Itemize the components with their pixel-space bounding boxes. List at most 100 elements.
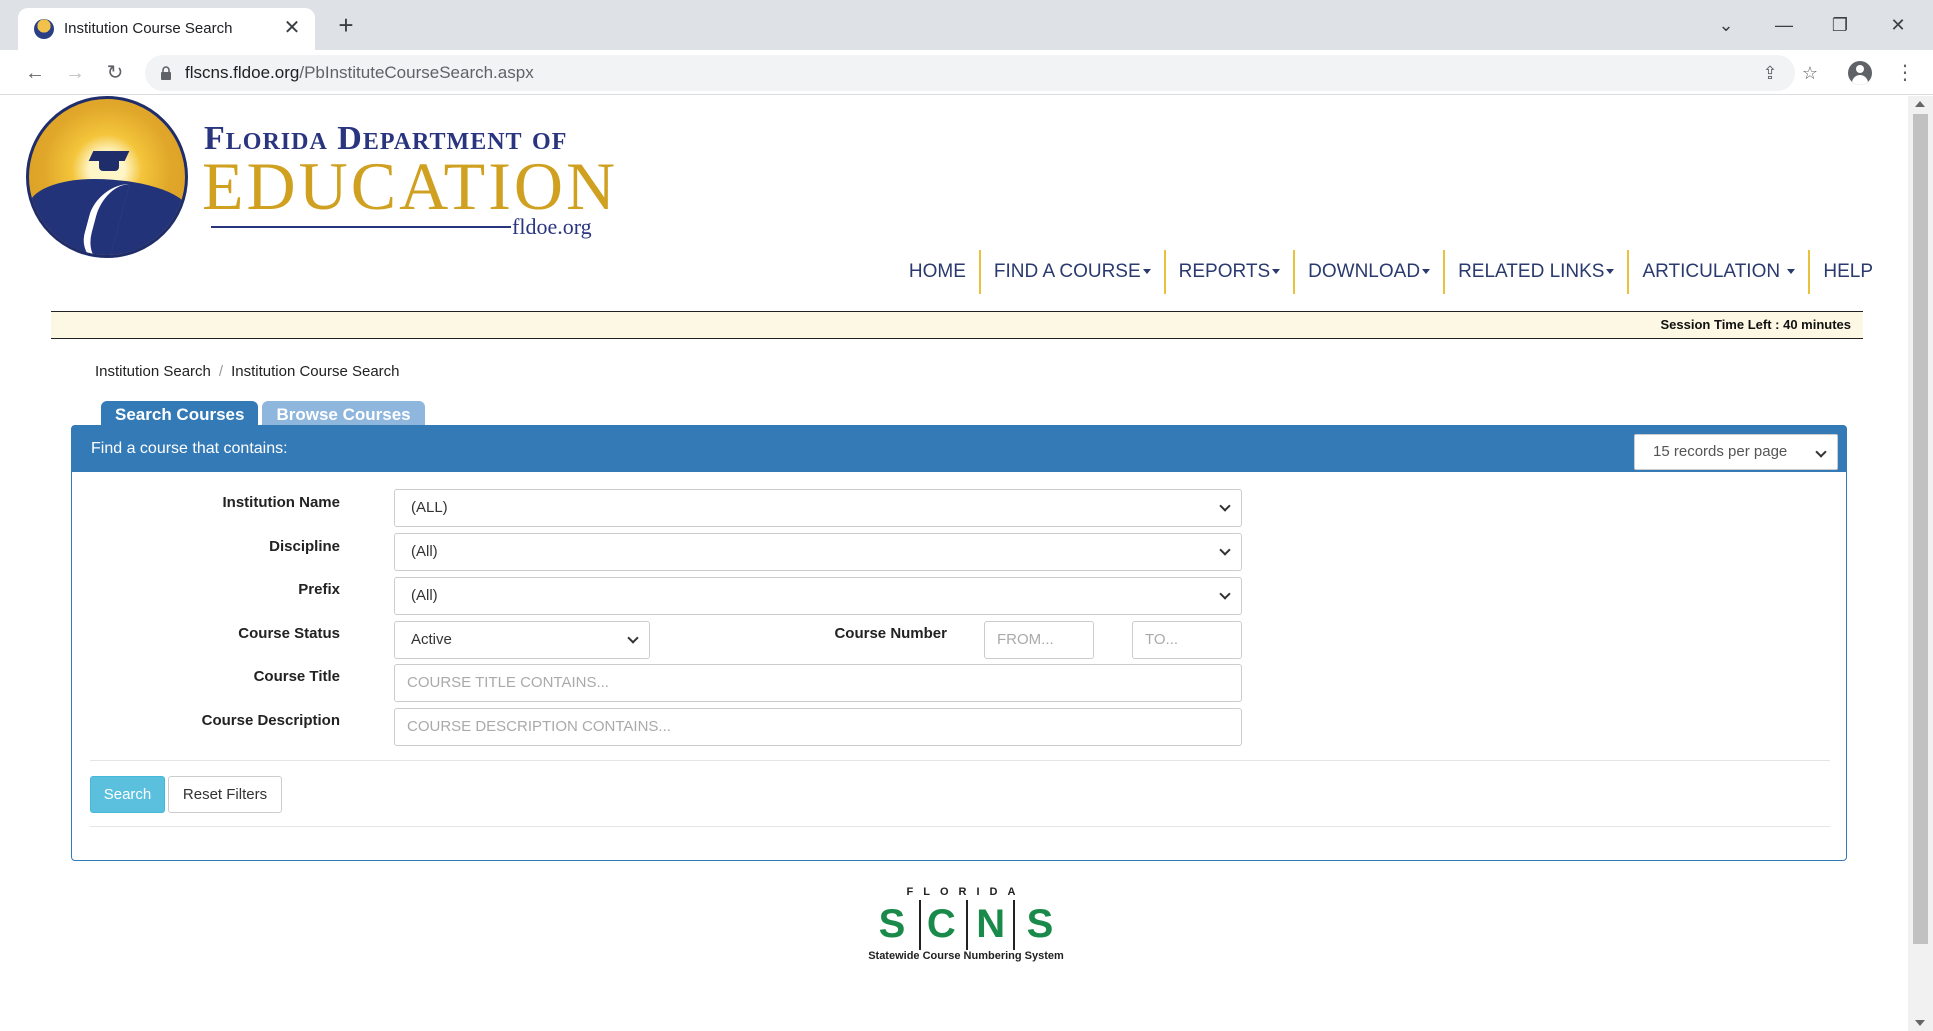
nav-reports[interactable]: REPORTS xyxy=(1163,250,1294,294)
url-host: flscns.fldoe.org xyxy=(185,63,300,82)
panel-header: Find a course that contains: 15 records … xyxy=(72,426,1846,472)
forward-icon[interactable]: → xyxy=(60,58,90,88)
nav-help-label: HELP xyxy=(1823,261,1873,282)
reset-filters-button[interactable]: Reset Filters xyxy=(168,776,282,813)
nav-reports-label: REPORTS xyxy=(1178,261,1271,282)
course-number-to-input[interactable]: TO... xyxy=(1132,621,1242,659)
scroll-up-icon[interactable] xyxy=(1915,101,1925,107)
share-icon[interactable]: ⇪ xyxy=(1758,61,1782,85)
url-text[interactable]: flscns.fldoe.org/PbInstituteCourseSearch… xyxy=(185,63,534,83)
nav-home[interactable]: HOME xyxy=(896,250,979,294)
discipline-label: Discipline xyxy=(269,538,340,555)
search-panel: Find a course that contains: 15 records … xyxy=(71,425,1847,861)
chevron-down-icon xyxy=(1219,544,1231,556)
fldoe-seal-icon xyxy=(26,96,188,258)
prefix-select[interactable]: (All) xyxy=(394,577,1242,615)
window-close-icon[interactable]: ✕ xyxy=(1878,10,1918,40)
caret-down-icon xyxy=(1422,269,1431,275)
course-number-from-input[interactable]: FROM... xyxy=(984,621,1094,659)
session-bar: Session Time Left : 40 minutes xyxy=(51,311,1863,339)
star-icon[interactable]: ☆ xyxy=(1798,61,1822,85)
scns-logo[interactable]: FLORIDA S C N S Statewide Course Numberi… xyxy=(856,886,1076,966)
caret-down-icon xyxy=(1606,269,1615,275)
scns-letter: S xyxy=(1026,902,1054,946)
logo-url: fldoe.org xyxy=(512,214,592,239)
scns-letter: C xyxy=(926,902,956,946)
prefix-select-value: (All) xyxy=(411,587,438,604)
institution-select-value: (ALL) xyxy=(411,499,448,516)
avatar-icon[interactable] xyxy=(1848,61,1872,85)
records-per-page-select[interactable]: 15 records per page xyxy=(1634,434,1838,470)
page-viewport: Florida Department of EDUCATION fldoe.or… xyxy=(8,96,1908,1031)
nav-find-course[interactable]: FIND A COURSE xyxy=(978,250,1164,294)
caret-down-icon xyxy=(1142,269,1151,275)
nav-help[interactable]: HELP xyxy=(1808,250,1886,294)
course-status-value: Active xyxy=(411,631,452,648)
form-divider xyxy=(90,760,1830,761)
lock-icon xyxy=(161,66,171,80)
form-divider-bottom xyxy=(90,826,1830,827)
breadcrumb-institution-search[interactable]: Institution Search xyxy=(95,363,211,380)
more-vert-icon[interactable]: ⋮ xyxy=(1895,58,1915,88)
browser-tab[interactable]: Institution Course Search ✕ xyxy=(18,8,315,50)
records-per-page-value: 15 records per page xyxy=(1653,443,1788,460)
browser-titlebar: Institution Course Search ✕ + ⌄ — ❐ ✕ xyxy=(0,0,1933,50)
scns-divider xyxy=(1013,900,1015,950)
minimize-icon[interactable]: — xyxy=(1764,10,1804,40)
nav-articulation-label: ARTICULATION xyxy=(1642,261,1781,282)
nav-related-links[interactable]: RELATED LINKS xyxy=(1443,250,1627,294)
scns-florida: FLORIDA xyxy=(906,886,1026,898)
course-title-label: Course Title xyxy=(253,668,340,685)
tab-search-icon[interactable]: ⌄ xyxy=(1706,10,1746,40)
favicon-icon xyxy=(34,19,54,39)
chevron-down-icon xyxy=(1219,588,1231,600)
course-title-input[interactable]: COURSE TITLE CONTAINS... xyxy=(394,664,1242,702)
nav-download-label: DOWNLOAD xyxy=(1308,261,1421,282)
nav-find-course-label: FIND A COURSE xyxy=(993,261,1141,282)
panel-title: Find a course that contains: xyxy=(91,440,288,457)
institution-select[interactable]: (ALL) xyxy=(394,489,1242,527)
logo-rule xyxy=(211,226,511,228)
chevron-down-icon xyxy=(1219,500,1231,512)
page-scrollbar[interactable] xyxy=(1908,96,1933,1031)
main-nav: HOME FIND A COURSE REPORTS DOWNLOAD RELA… xyxy=(896,249,1886,295)
session-time-left: Session Time Left : 40 minutes xyxy=(1660,317,1851,332)
prefix-label: Prefix xyxy=(298,581,340,598)
course-description-input[interactable]: COURSE DESCRIPTION CONTAINS... xyxy=(394,708,1242,746)
scns-divider xyxy=(919,900,921,950)
discipline-select-value: (All) xyxy=(411,543,438,560)
course-number-label: Course Number xyxy=(834,625,947,642)
scns-subtitle: Statewide Course Numbering System xyxy=(868,950,1064,962)
scrollbar-thumb[interactable] xyxy=(1913,114,1928,944)
tab-title: Institution Course Search xyxy=(64,20,233,37)
back-icon[interactable]: ← xyxy=(20,58,50,88)
logo-education: EDUCATION xyxy=(202,148,619,224)
discipline-select[interactable]: (All) xyxy=(394,533,1242,571)
nav-articulation[interactable]: ARTICULATION xyxy=(1627,250,1808,294)
nav-download[interactable]: DOWNLOAD xyxy=(1293,250,1443,294)
scroll-down-icon[interactable] xyxy=(1915,1020,1925,1026)
scns-letter: S xyxy=(878,902,906,946)
scns-divider xyxy=(966,900,968,950)
caret-down-icon xyxy=(1787,269,1796,275)
address-bar[interactable]: flscns.fldoe.org/PbInstituteCourseSearch… xyxy=(145,55,1818,91)
fldoe-logo[interactable]: Florida Department of EDUCATION fldoe.or… xyxy=(26,96,615,261)
url-path: /PbInstituteCourseSearch.aspx xyxy=(299,63,534,82)
restore-icon[interactable]: ❐ xyxy=(1820,10,1860,40)
breadcrumb: Institution Search / Institution Course Se… xyxy=(95,363,400,380)
institution-label: Institution Name xyxy=(222,494,340,511)
nav-home-label: HOME xyxy=(908,261,966,282)
search-button[interactable]: Search xyxy=(90,776,165,813)
nav-related-links-label: RELATED LINKS xyxy=(1458,261,1605,282)
caret-down-icon xyxy=(1272,269,1281,275)
close-tab-icon[interactable]: ✕ xyxy=(279,15,305,41)
course-description-label: Course Description xyxy=(201,712,340,729)
new-tab-icon[interactable]: + xyxy=(332,12,360,40)
browser-toolbar: ← → ↻ flscns.fldoe.org/PbInstituteCourse… xyxy=(0,50,1933,95)
reload-icon[interactable]: ↻ xyxy=(100,58,130,88)
chevron-down-icon xyxy=(1815,446,1827,458)
scns-letter: N xyxy=(976,902,1006,946)
course-status-label: Course Status xyxy=(238,625,340,642)
breadcrumb-current: Institution Course Search xyxy=(231,363,400,380)
course-status-select[interactable]: Active xyxy=(394,621,650,659)
